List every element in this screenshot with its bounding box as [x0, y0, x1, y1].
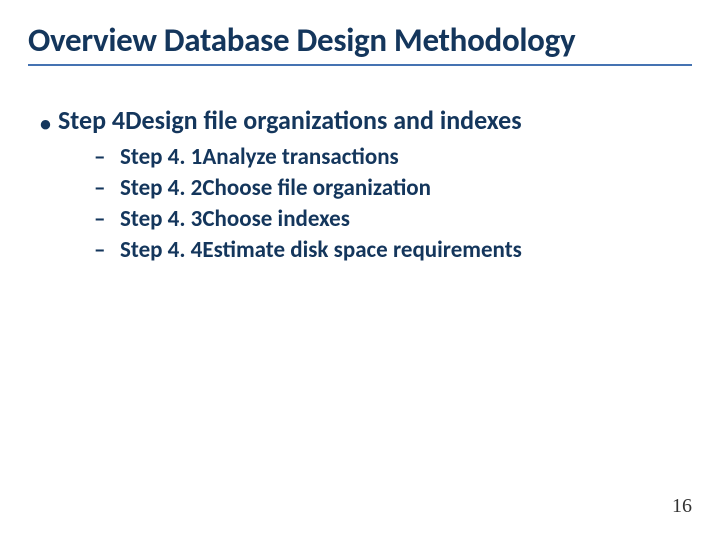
substep-label: Step 4. 1	[120, 142, 202, 173]
bullet-step: • Step 4 Design file organizations and i…	[40, 104, 680, 136]
dash-icon: –	[94, 142, 120, 173]
page-number: 16	[672, 495, 692, 518]
step-text: Design file organizations and indexes	[125, 104, 522, 136]
bullet-icon: •	[40, 113, 58, 135]
bullet-substep: – Step 4. 1 Analyze transactions	[94, 142, 680, 173]
bullet-substep: – Step 4. 3 Choose indexes	[94, 204, 680, 235]
step-label: Step 4	[58, 104, 125, 136]
dash-icon: –	[94, 235, 120, 266]
substep-text: Choose file organization	[202, 173, 431, 204]
slide-title: Overview Database Design Methodology	[28, 22, 692, 66]
substep-list: – Step 4. 1 Analyze transactions – Step …	[94, 142, 680, 266]
substep-label: Step 4. 3	[120, 204, 202, 235]
bullet-substep: – Step 4. 2 Choose file organization	[94, 173, 680, 204]
substep-label: Step 4. 2	[120, 173, 202, 204]
dash-icon: –	[94, 173, 120, 204]
bullet-substep: – Step 4. 4 Estimate disk space requirem…	[94, 235, 680, 266]
slide: Overview Database Design Methodology • S…	[0, 0, 720, 540]
slide-body: • Step 4 Design file organizations and i…	[40, 104, 680, 266]
dash-icon: –	[94, 204, 120, 235]
substep-text: Analyze transactions	[202, 142, 398, 173]
substep-text: Choose indexes	[202, 204, 350, 235]
substep-label: Step 4. 4	[120, 235, 202, 266]
substep-text: Estimate disk space requirements	[202, 235, 522, 266]
